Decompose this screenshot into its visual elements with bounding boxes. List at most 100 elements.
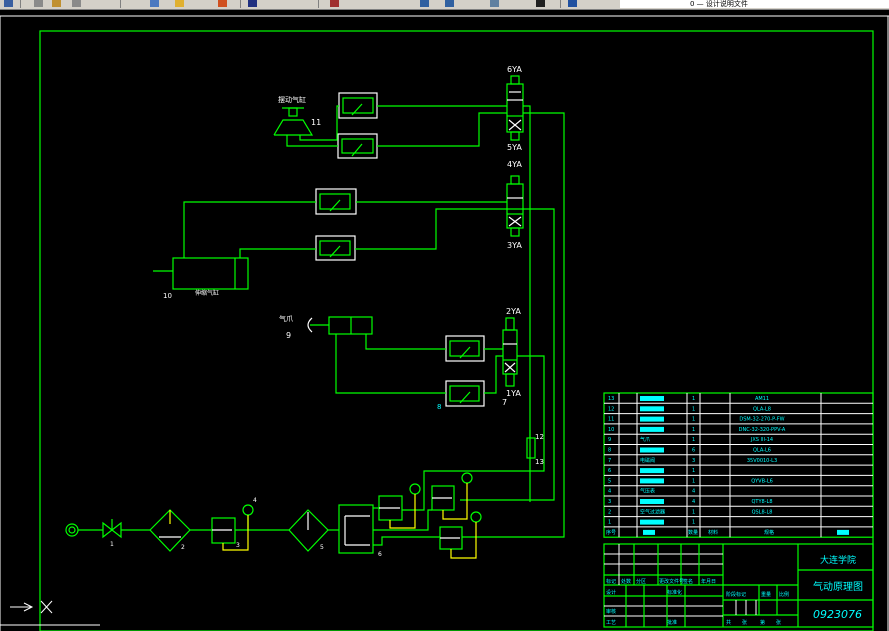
parts-list-row: 9 气爪 1 JXS III-14 — [608, 436, 773, 443]
part-model: QTY8-L8 — [752, 499, 773, 505]
valve-6ya-5ya[interactable] — [506, 75, 524, 141]
drawing-title: 气动原理图 — [813, 580, 863, 593]
part-name-block — [640, 468, 664, 474]
flow-control-valve[interactable] — [315, 188, 357, 215]
part-model: JXS III-14 — [750, 437, 773, 443]
component-number: 2 — [181, 544, 185, 551]
solenoid-label: 4YA — [507, 160, 522, 169]
part-name-block — [640, 447, 664, 453]
part-quantity: 1 — [692, 417, 695, 423]
title-block-label: 年月日 — [701, 578, 716, 585]
part-quantity: 1 — [692, 396, 695, 402]
title-block-label: 标记 — [606, 578, 616, 585]
part-name-block — [640, 416, 664, 422]
flow-control-valve[interactable] — [315, 235, 356, 261]
part-quantity: 1 — [692, 437, 695, 443]
part-name-block — [640, 426, 664, 432]
part-name: 空气过滤器 — [640, 508, 665, 515]
part-model: QLA-L8 — [753, 406, 771, 412]
parts-list-row: 8 6 QLA-L6 — [608, 447, 771, 454]
drawing-frame — [39, 30, 874, 631]
part-model: AM11 — [755, 396, 769, 402]
title-block-label: 更改文件号 — [659, 578, 684, 585]
title-block-label: 工艺 — [606, 620, 616, 626]
part-number: 1 — [608, 520, 611, 526]
flow-control-valve[interactable] — [338, 92, 378, 119]
component-number: 8 — [437, 403, 441, 411]
header-qty: 数量 — [688, 529, 698, 536]
component-number: 11 — [311, 118, 321, 127]
flow-control-valve[interactable] — [337, 133, 378, 159]
part-quantity: 1 — [692, 509, 695, 515]
swing-cylinder[interactable] — [273, 107, 314, 136]
gripper[interactable] — [307, 316, 373, 335]
component-number: 5 — [320, 544, 324, 551]
title-block-label: 张 — [742, 619, 747, 626]
component-number: 12 — [535, 433, 544, 441]
parts-list-row: 13 1 AM11 — [608, 396, 769, 402]
parts-list-row: 2 空气过滤器 1 QSL8-L8 — [608, 508, 772, 515]
title-block-label: 分区 — [636, 578, 646, 585]
part-name-block — [640, 406, 664, 412]
component-number: 4 — [253, 497, 257, 504]
ucs-icon — [0, 600, 100, 626]
part-quantity: 4 — [692, 499, 695, 505]
parts-list-row: 12 1 QLA-L8 — [608, 406, 771, 412]
part-quantity: 4 — [692, 489, 695, 495]
part-name-block — [640, 519, 664, 525]
part-name-block — [640, 396, 664, 401]
cad-drawing-canvas[interactable]: 6YA 5YA 4YA 3YA 2YA 1YA 7 8 摆动气缸 11 10 伸… — [0, 0, 889, 631]
solenoid-label: 3YA — [507, 241, 522, 250]
part-quantity: 1 — [692, 406, 695, 412]
flow-control-valve[interactable] — [445, 380, 485, 407]
part-model: QYVB-L6 — [751, 478, 773, 484]
part-number: 7 — [608, 458, 611, 464]
parts-list-row: 7 电磁阀 3 35V0010-L3 — [608, 457, 777, 464]
part-number: 11 — [608, 417, 614, 423]
drawing-number: 0923076 — [813, 608, 862, 621]
flow-control-valve[interactable] — [445, 335, 485, 362]
parts-list-table: 13 1 AM1112 1 QLA-L811 1 DSM-32-270-P-FW10 1 DNC… — [603, 392, 874, 538]
gripper-label: 气爪 — [279, 314, 293, 323]
title-block-label: 设计 — [606, 589, 616, 596]
part-quantity: 1 — [692, 468, 695, 474]
parts-list-row: 11 — [608, 519, 695, 526]
title-block-label: 第 — [760, 619, 765, 626]
telescopic-cylinder-label: 伸缩气缸 — [195, 289, 219, 297]
parts-list-row: 10 1 DNC-32-320-PPV-A — [608, 426, 786, 433]
header-no: 序号 — [606, 529, 616, 536]
title-block-label: 张 — [776, 619, 781, 626]
part-number: 13 — [608, 396, 614, 402]
part-number: 8 — [608, 448, 611, 454]
part-number: 9 — [608, 437, 611, 443]
part-name: 电磁阀 — [640, 457, 655, 464]
part-quantity: 3 — [692, 458, 695, 464]
title-block-label: 比例 — [779, 591, 789, 598]
title-block-label: 审核 — [606, 608, 616, 615]
telescopic-cylinder[interactable] — [153, 257, 249, 290]
title-block-label: 签名 — [683, 578, 693, 585]
title-block-label: 批准 — [667, 619, 677, 626]
title-block-label: 处数 — [621, 578, 631, 585]
part-number: 12 — [608, 406, 614, 412]
part-number: 5 — [608, 478, 611, 484]
solenoid-label: 5YA — [507, 143, 522, 152]
part-number: 10 — [608, 427, 614, 433]
part-number: 2 — [608, 509, 611, 515]
valve-4ya-3ya[interactable] — [506, 175, 524, 237]
pneumatic-lines — [65, 105, 565, 554]
part-name: 气压表 — [640, 488, 655, 495]
solenoid-label: 6YA — [507, 65, 522, 74]
parts-list-row: 11 1 DSM-32-270-P-FW — [608, 416, 785, 423]
part-model: DNC-32-320-PPV-A — [739, 427, 786, 433]
part-quantity: 6 — [692, 448, 695, 454]
part-model: QLA-L6 — [753, 448, 771, 454]
part-quantity: 1 — [692, 478, 695, 484]
part-quantity: 1 — [692, 427, 695, 433]
solenoid-label: 1YA — [506, 389, 521, 398]
title-block-label: 共 — [726, 619, 731, 626]
part-number: 4 — [608, 489, 611, 495]
valve-2ya-1ya[interactable] — [502, 317, 518, 387]
component-number: 7 — [502, 398, 507, 407]
part-name: 气爪 — [640, 436, 650, 443]
